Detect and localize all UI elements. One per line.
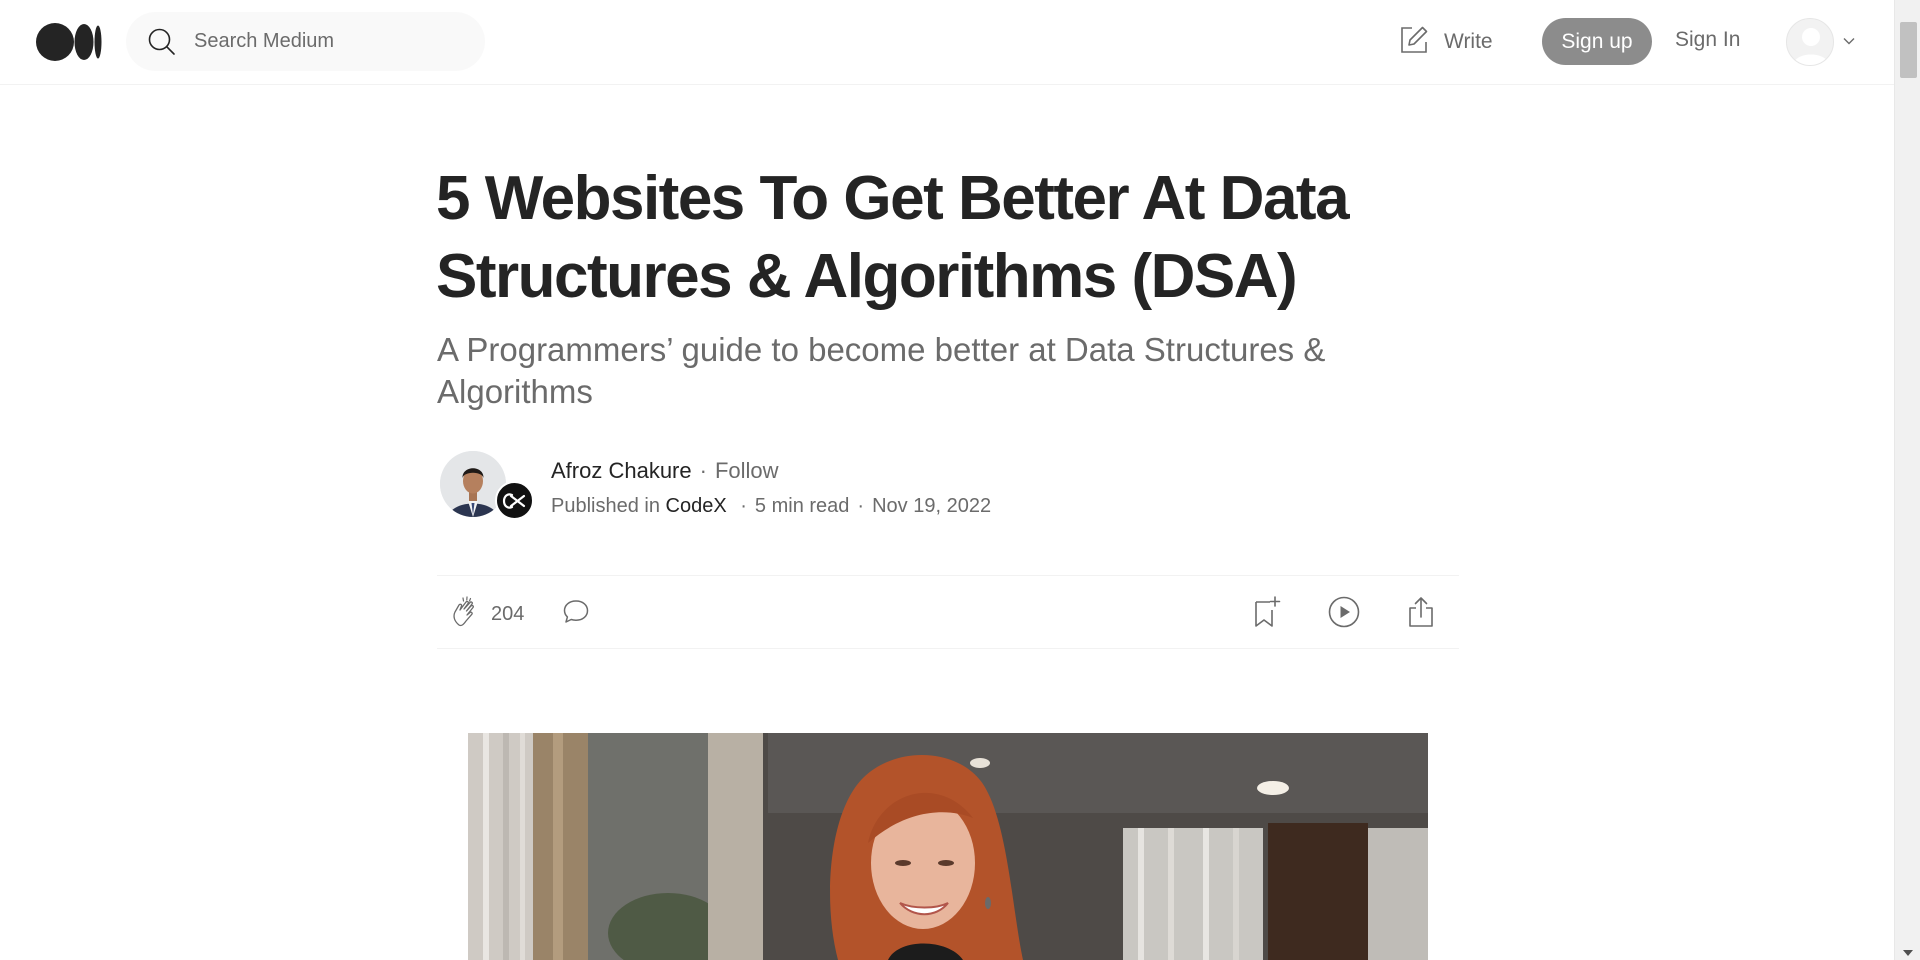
bookmark-add-icon (1251, 596, 1283, 633)
chevron-down-icon (1842, 33, 1856, 51)
article-title: 5 Websites To Get Better At Data Structu… (436, 164, 1350, 311)
comment-icon (561, 600, 591, 631)
read-time: 5 min read (754, 495, 850, 517)
article-action-bar: 204 (437, 575, 1459, 649)
user-menu[interactable] (1786, 17, 1856, 67)
play-icon (1327, 596, 1361, 633)
vertical-scrollbar[interactable] (1894, 0, 1920, 960)
top-navigation-bar: Write Sign up Sign In (0, 0, 1894, 85)
comment-button[interactable] (561, 597, 591, 632)
author-line: Afroz Chakure · Follow (551, 458, 779, 484)
follow-button[interactable]: Follow (715, 458, 779, 483)
publication-logo[interactable] (495, 481, 534, 520)
article-subtitle: A Programmers’ guide to become better at… (437, 331, 1326, 410)
search-bar[interactable] (126, 12, 485, 71)
share-icon (1405, 597, 1437, 633)
article-meta: Published in CodeX · 5 min read · Nov 19, 2… (551, 495, 991, 518)
write-icon (1398, 24, 1430, 61)
avatar (1786, 18, 1834, 66)
sign-in-link[interactable]: Sign In (1675, 28, 1740, 52)
search-input[interactable] (192, 29, 452, 54)
author-byline: Afroz Chakure · Follow Published in CodeX … (440, 451, 1140, 531)
scrollbar-thumb[interactable] (1900, 22, 1917, 78)
medium-logo-icon (36, 23, 102, 61)
publication-name-link[interactable]: CodeX (666, 495, 727, 517)
publish-date: Nov 19, 2022 (872, 495, 992, 517)
separator-dot: · (740, 495, 747, 517)
listen-button[interactable] (1327, 595, 1361, 634)
codex-logo-icon (502, 492, 525, 509)
write-label: Write (1444, 30, 1493, 53)
scroll-down-arrow[interactable] (1903, 950, 1913, 956)
default-user-icon (1793, 28, 1829, 65)
article-hero-image (468, 733, 1428, 960)
separator-dot: · (699, 458, 707, 483)
published-in-label: Published in (551, 495, 660, 517)
search-icon (146, 26, 178, 58)
separator-dot: · (857, 495, 865, 517)
clap-button[interactable]: 204 (449, 595, 524, 634)
hero-photo (468, 733, 1428, 960)
medium-logo[interactable] (36, 22, 102, 62)
author-name[interactable]: Afroz Chakure (551, 458, 692, 483)
share-button[interactable] (1405, 595, 1437, 634)
write-button[interactable]: Write (1398, 22, 1493, 62)
clap-count: 204 (491, 603, 525, 625)
save-button[interactable] (1251, 595, 1283, 634)
sign-up-button[interactable]: Sign up (1542, 18, 1652, 65)
clap-icon (449, 595, 483, 634)
